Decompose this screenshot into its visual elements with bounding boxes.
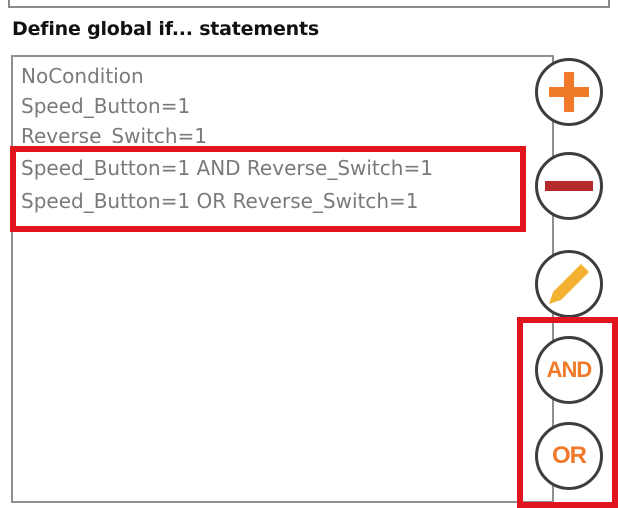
combined-conditions-highlight <box>10 146 526 232</box>
plus-icon <box>549 72 589 112</box>
or-label: OR <box>552 442 587 469</box>
list-item[interactable]: Speed_Button=1 <box>21 91 190 121</box>
minus-icon <box>545 181 593 191</box>
list-item[interactable]: NoCondition <box>21 61 144 91</box>
section-title: Define global if... statements <box>12 18 319 40</box>
list-item[interactable]: Reverse_Switch=1 <box>21 121 207 143</box>
add-condition-button[interactable] <box>535 58 603 126</box>
pencil-icon <box>549 264 589 304</box>
and-label: AND <box>546 357 593 382</box>
or-operator-button[interactable]: OR <box>535 422 603 490</box>
conditions-list[interactable]: NoCondition Speed_Button=1 Reverse_Switc… <box>11 55 554 503</box>
edit-condition-button[interactable] <box>535 250 603 318</box>
remove-condition-button[interactable] <box>535 152 603 220</box>
previous-panel-edge <box>8 0 610 8</box>
and-operator-button[interactable]: AND <box>535 336 603 404</box>
